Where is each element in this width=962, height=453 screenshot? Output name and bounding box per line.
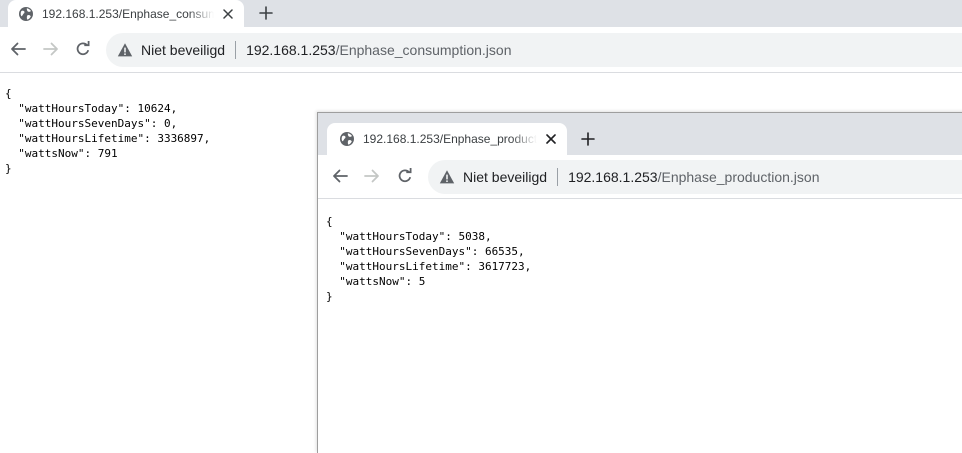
json-line: "wattsNow": 5 (326, 275, 426, 288)
tab-strip: 192.168.1.253/Enphase_consumption.json (0, 0, 962, 27)
divider (557, 168, 559, 186)
security-label[interactable]: Niet beveiligd (463, 169, 547, 185)
reload-icon[interactable] (70, 36, 96, 62)
url-host: 192.168.1.253 (246, 42, 336, 58)
close-icon[interactable] (220, 6, 236, 22)
url-text[interactable]: 192.168.1.253/Enphase_production.json (568, 169, 819, 185)
url-host: 192.168.1.253 (568, 169, 658, 185)
json-line: "wattHoursSevenDays": 0, (5, 117, 178, 130)
json-line: "wattHoursLifetime": 3617723, (326, 260, 532, 273)
arrow-right-icon[interactable] (359, 163, 385, 189)
divider (235, 41, 237, 59)
tab-title: 192.168.1.253/Enphase_production.json (363, 132, 537, 146)
close-icon[interactable] (543, 131, 559, 147)
json-close-brace: } (5, 162, 12, 175)
json-open-brace: { (326, 215, 333, 228)
address-bar[interactable]: Niet beveiligd 192.168.1.253/Enphase_con… (106, 33, 962, 67)
json-line: "wattHoursToday": 10624, (5, 102, 178, 115)
json-close-brace: } (326, 290, 333, 303)
tab-consumption[interactable]: 192.168.1.253/Enphase_consumption.json (8, 0, 244, 27)
json-line: "wattHoursLifetime": 3336897, (5, 132, 211, 145)
globe-icon (19, 6, 33, 21)
globe-icon (340, 132, 354, 146)
arrow-left-icon[interactable] (327, 163, 353, 189)
arrow-right-icon[interactable] (38, 36, 64, 62)
tab-strip: 192.168.1.253/Enphase_production.json (318, 113, 962, 155)
arrow-left-icon[interactable] (5, 36, 31, 62)
security-label[interactable]: Niet beveiligd (141, 42, 225, 58)
warning-triangle-icon[interactable] (117, 42, 133, 58)
url-path: /Enphase_production.json (657, 169, 820, 185)
json-line: "wattHoursToday": 5038, (326, 230, 492, 243)
json-content: { "wattHoursToday": 5038, "wattHoursSeve… (326, 214, 531, 304)
address-bar[interactable]: Niet beveiligd 192.168.1.253/Enphase_pro… (428, 160, 962, 194)
json-open-brace: { (5, 87, 12, 100)
json-line: "wattHoursSevenDays": 66535, (326, 245, 525, 258)
plus-icon[interactable] (576, 127, 600, 151)
browser-window-production: 192.168.1.253/Enphase_production.json Ni… (317, 112, 962, 453)
tab-production[interactable]: 192.168.1.253/Enphase_production.json (327, 123, 567, 155)
url-path: /Enphase_consumption.json (335, 42, 512, 58)
plus-icon[interactable] (254, 1, 278, 25)
warning-triangle-icon[interactable] (439, 169, 455, 185)
tab-title: 192.168.1.253/Enphase_consumption.json (42, 6, 214, 21)
json-line: "wattsNow": 791 (5, 147, 118, 160)
url-text[interactable]: 192.168.1.253/Enphase_consumption.json (246, 42, 511, 58)
json-content: { "wattHoursToday": 10624, "wattHoursSev… (5, 86, 210, 176)
reload-icon[interactable] (392, 163, 418, 189)
browser-toolbar: Niet beveiligd 192.168.1.253/Enphase_pro… (318, 155, 962, 199)
browser-toolbar: Niet beveiligd 192.168.1.253/Enphase_con… (0, 27, 962, 73)
